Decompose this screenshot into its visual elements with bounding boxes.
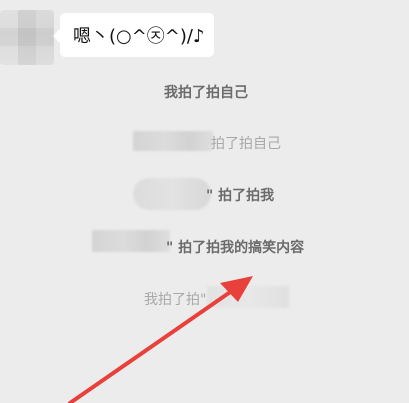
system-notice-pat-self-other: 拍了拍自己 <box>211 136 281 152</box>
system-notice-pat-me: " 拍了拍我 <box>206 188 275 204</box>
blurred-name <box>207 286 289 308</box>
avatar[interactable] <box>0 10 54 65</box>
system-notice-pat-self: 我拍了拍自己 <box>164 85 248 101</box>
system-notice-i-patted: 我拍了拍" <box>144 292 207 308</box>
system-notice-funny-pat: " 拍了拍我的搞笑内容 <box>166 240 305 256</box>
blurred-name <box>92 230 170 252</box>
blurred-name <box>133 178 211 210</box>
blurred-name <box>133 131 213 151</box>
message-text: 嗯丶(○^㉨^)/♪ <box>73 26 205 47</box>
chat-screen: 嗯丶(○^㉨^)/♪ 我拍了拍自己 拍了拍自己 " 拍了拍我 " 拍了拍我的搞笑… <box>0 0 409 403</box>
message-bubble[interactable]: 嗯丶(○^㉨^)/♪ <box>53 13 214 57</box>
